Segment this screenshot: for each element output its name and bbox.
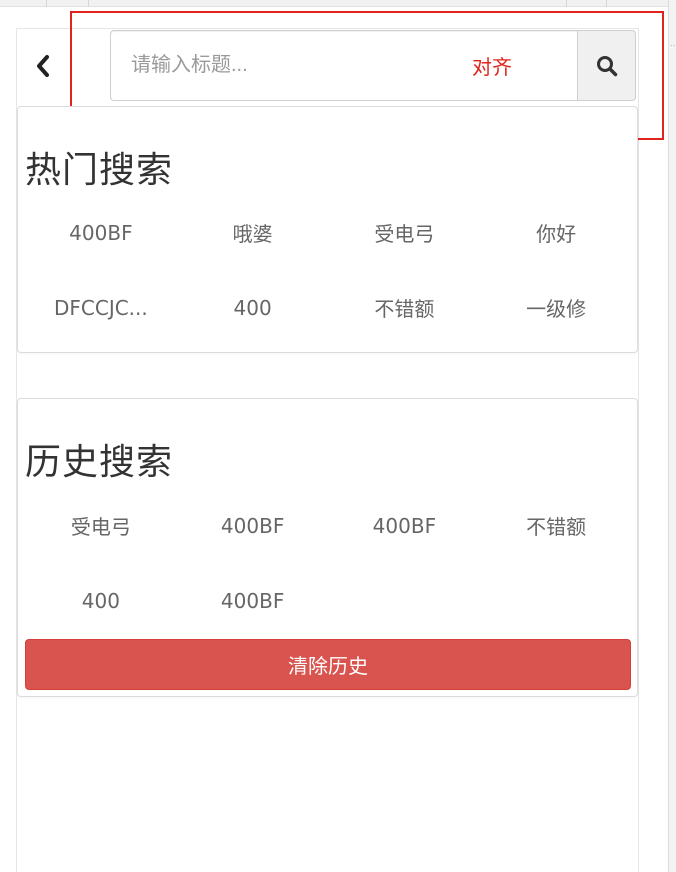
hot-search-tag[interactable]: 哦婆 [177, 195, 329, 270]
history-search-title: 历史搜索 [25, 442, 174, 483]
back-button[interactable] [28, 48, 58, 84]
hot-search-panel: 热门搜索 400BF 哦婆 受电弓 你好 DFCCJC... 400 不错额 一… [17, 106, 638, 353]
clear-history-button[interactable]: 清除历史 [25, 639, 631, 690]
history-search-tag[interactable]: 不错额 [480, 488, 632, 563]
search-icon [596, 55, 617, 76]
history-search-tags: 受电弓 400BF 400BF 不错额 400 400BF [25, 488, 632, 638]
hot-search-tag[interactable]: 受电弓 [329, 195, 481, 270]
history-search-tag[interactable]: 400BF [329, 488, 481, 563]
history-search-tag[interactable]: 400 [25, 563, 177, 638]
chevron-left-icon [37, 55, 49, 77]
hot-search-tag[interactable]: 400 [177, 270, 329, 345]
history-search-tag[interactable]: 400BF [177, 488, 329, 563]
hot-search-tag[interactable]: 不错额 [329, 270, 481, 345]
hot-search-tags: 400BF 哦婆 受电弓 你好 DFCCJC... 400 不错额 一级修 [25, 195, 632, 345]
history-search-panel: 历史搜索 受电弓 400BF 400BF 不错额 400 400BF 清除历史 [17, 398, 638, 697]
hot-search-tag[interactable]: 400BF [25, 195, 177, 270]
hot-search-title: 热门搜索 [25, 150, 174, 191]
gutter-dots-icon: ·· [670, 41, 676, 50]
hot-search-tag[interactable]: 你好 [480, 195, 632, 270]
history-search-tag[interactable]: 400BF [177, 563, 329, 638]
search-button[interactable] [577, 30, 636, 101]
hot-search-tag[interactable]: 一级修 [480, 270, 632, 345]
history-search-tag[interactable]: 受电弓 [25, 488, 177, 563]
hot-search-tag[interactable]: DFCCJC... [25, 270, 177, 345]
browser-top-strip [0, 0, 676, 7]
annotation-label: 对齐 [472, 55, 512, 79]
right-gutter [668, 0, 676, 872]
